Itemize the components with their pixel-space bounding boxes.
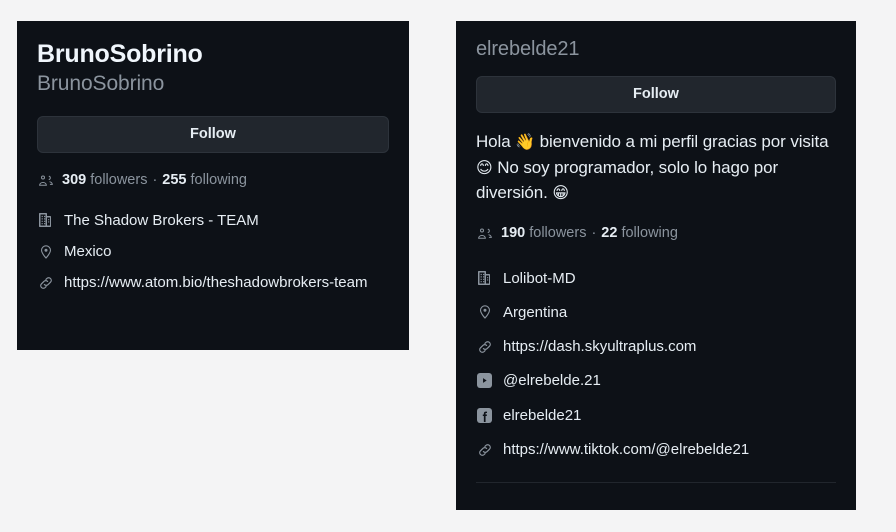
waving-hand-icon: 👋 [515,134,536,151]
detail-row-location: Argentina [476,295,836,329]
link-icon [476,439,493,460]
facebook-icon [476,405,493,426]
organization-name: The Shadow Brokers - TEAM [64,211,259,229]
tiktok-url: https://www.tiktok.com/@elrebelde21 [503,441,750,458]
bio-text-3: No soy programador, solo lo hago por div… [476,157,779,203]
following-count: 255 [162,171,187,188]
facebook-handle: elrebelde21 [503,406,582,424]
detail-row-organization[interactable]: Lolibot-MD [476,261,836,295]
page-title: BrunoSobrino [37,40,203,68]
follow-button[interactable]: Follow [476,76,836,113]
location-name: Mexico [64,243,112,261]
detail-row-organization[interactable]: The Shadow Brokers - TEAM [37,205,389,236]
follow-button-container: Follow [476,76,836,113]
counts-separator: · [152,171,158,188]
youtube-icon [476,370,493,391]
detail-row-tiktok[interactable]: https://www.tiktok.com/@elrebelde21 [476,433,836,467]
followers-label: followers [90,171,148,188]
username: elrebelde21 [476,38,580,60]
following-link[interactable]: 22 following [601,225,678,241]
counts-separator: · [591,225,597,242]
people-icon [476,225,494,241]
username: BrunoSobrino [37,71,165,95]
social-counts: 309 followers · 255 following [37,172,389,188]
bio-text-1: Hola [476,132,516,151]
following-count: 22 [601,225,618,242]
location-icon [37,241,54,262]
profile-card-elrebelde21: elrebelde21 Follow Hola 👋 bienvenido a m… [456,21,856,510]
website-url: https://www.atom.bio/theshadowbrokers-te… [64,274,368,292]
followers-label: followers [529,225,587,242]
profile-card-brunosobrino: BrunoSobrino BrunoSobrino Follow 309 fol… [17,21,409,350]
details-list: Lolibot-MD Argentina https://dash.skyult… [476,261,836,483]
following-link[interactable]: 255 following [162,172,247,188]
location-name: Argentina [503,303,568,321]
link-icon [37,272,54,293]
link-icon [476,336,493,357]
organization-icon [37,210,54,231]
location-icon [476,302,493,323]
followers-count: 190 [501,225,526,242]
detail-row-website[interactable]: https://www.atom.bio/theshadowbrokers-te… [37,267,389,298]
detail-row-youtube[interactable]: @elrebelde.21 [476,364,836,398]
details-list: The Shadow Brokers - TEAM Mexico https:/… [37,205,389,299]
followers-count: 309 [62,171,87,188]
people-icon [37,172,55,188]
detail-row-website[interactable]: https://dash.skyultraplus.com [476,330,836,364]
social-counts: 190 followers · 22 following [476,225,836,241]
bio-text-2: bienvenido a mi perfil gracias por visit… [535,132,829,151]
website-url: https://dash.skyultraplus.com [503,338,697,356]
youtube-handle: @elrebelde.21 [503,372,601,390]
followers-link[interactable]: 190 followers [501,225,586,241]
smiling-face-icon: 😊 [476,159,493,177]
section-divider [476,481,836,483]
followers-link[interactable]: 309 followers [62,172,147,188]
organization-name: Lolibot-MD [503,269,576,287]
detail-row-location: Mexico [37,236,389,267]
grinning-face-icon: 😁 [552,185,569,203]
organization-icon [476,268,493,289]
detail-row-facebook[interactable]: elrebelde21 [476,398,836,432]
following-label: following [190,171,247,188]
follow-button[interactable]: Follow [37,115,389,153]
profile-bio: Hola 👋 bienvenido a mi perfil gracias po… [476,129,836,206]
following-label: following [621,225,678,242]
follow-button-container: Follow [37,115,389,153]
